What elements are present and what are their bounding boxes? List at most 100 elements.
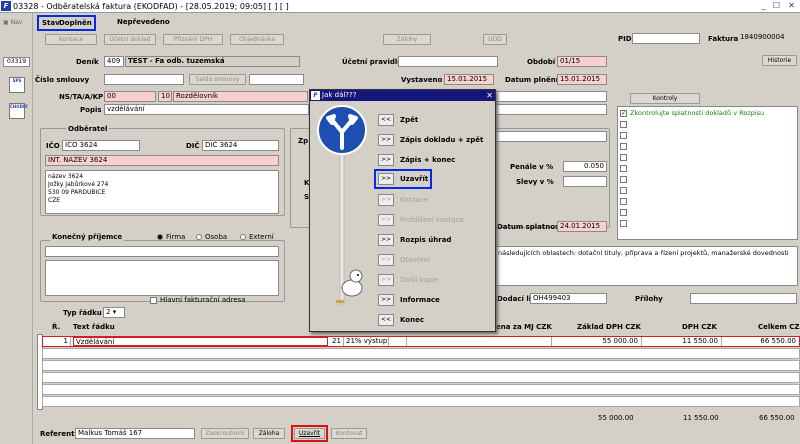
obdobi-input[interactable]: 01/15 bbox=[557, 56, 607, 67]
splatnost-input[interactable]: 24.01.2015 bbox=[557, 221, 607, 232]
ns-code-input[interactable]: 10 bbox=[158, 91, 172, 102]
firma-label: Firma bbox=[166, 233, 186, 241]
prohlizeni-kontace-button[interactable]: >> bbox=[378, 214, 394, 226]
kontroly-checkbox[interactable] bbox=[620, 143, 627, 150]
kontroly-checkbox[interactable] bbox=[620, 220, 627, 227]
close-icon[interactable]: ✕ bbox=[486, 90, 493, 101]
cash-icon[interactable]: ČHODLY bbox=[9, 103, 28, 119]
externi-radio[interactable] bbox=[240, 234, 246, 240]
status-value: Doplněn bbox=[59, 19, 92, 27]
cell-text[interactable]: Vzdělávání bbox=[73, 337, 328, 346]
status-box: Stav Doplněn bbox=[37, 15, 96, 31]
penale-input[interactable]: 0.050 bbox=[563, 161, 607, 172]
popis-extra-input[interactable] bbox=[495, 104, 607, 115]
objednavka-button[interactable]: Objednávka bbox=[230, 34, 284, 45]
ns-input[interactable]: 00 bbox=[104, 91, 156, 102]
sps-icon[interactable]: SPS bbox=[9, 77, 25, 93]
kontroly-checkbox[interactable] bbox=[620, 187, 627, 194]
prijemce-title: Konečný příjemce bbox=[50, 232, 125, 242]
smlouva-extra-input[interactable] bbox=[249, 74, 304, 85]
zapis-zpet-label: Zápis dokladu + zpět bbox=[400, 136, 484, 144]
table-row[interactable] bbox=[42, 360, 800, 371]
uzavrit-dialog-button[interactable]: >> bbox=[378, 173, 394, 185]
prijemce-input[interactable] bbox=[45, 246, 279, 257]
kontroly-checkbox[interactable] bbox=[620, 198, 627, 205]
datum-plneni-input[interactable]: 15.01.2015 bbox=[557, 74, 607, 85]
ico-input[interactable]: IČO 3624 bbox=[62, 140, 140, 151]
osoba-radio[interactable] bbox=[196, 234, 202, 240]
saldo-smlouvy-button[interactable]: Saldo smlouvy bbox=[189, 74, 246, 85]
vystaveno-input[interactable]: 15.01.2015 bbox=[444, 74, 494, 85]
priznani-dph-button[interactable]: Přiznání DPH bbox=[163, 34, 223, 45]
informace-label: Informace bbox=[400, 296, 440, 304]
kontroly-checkbox[interactable] bbox=[620, 132, 627, 139]
note-text[interactable]: následujících oblastech: dotační tituly,… bbox=[495, 246, 798, 286]
close-button[interactable]: ✕ bbox=[786, 1, 797, 11]
table-row[interactable] bbox=[42, 384, 800, 395]
kontroly-checkbox[interactable] bbox=[620, 154, 627, 161]
rozpis-uhrad-button[interactable]: >> bbox=[378, 234, 394, 246]
kontroly-checkbox[interactable] bbox=[620, 209, 627, 216]
cislo-smlouvy-label: Číslo smlouvy bbox=[35, 76, 90, 84]
zpet-button[interactable]: << bbox=[378, 114, 394, 126]
table-row[interactable] bbox=[42, 348, 800, 359]
ucetni-doklad-button[interactable]: Účetní doklad bbox=[104, 34, 156, 45]
hlavni-adresa-checkbox[interactable] bbox=[150, 297, 157, 304]
slevy-input[interactable] bbox=[563, 176, 607, 187]
pid-input[interactable] bbox=[632, 33, 700, 44]
penale-label: Penále v % bbox=[510, 163, 554, 171]
kontovat-button[interactable]: Kontovat bbox=[331, 428, 367, 439]
prilohy-input[interactable] bbox=[690, 293, 797, 304]
ucetni-pravidlo-input[interactable] bbox=[398, 56, 498, 67]
udd-button[interactable]: UDD bbox=[483, 34, 507, 45]
cell-dph-name[interactable]: 21% výstup bbox=[344, 337, 389, 346]
odberatel-address: název 3624 Jožky Jabůrkové 274 530 09 PA… bbox=[45, 170, 279, 214]
minimize-button[interactable]: _ bbox=[758, 1, 769, 11]
kontroly-checkbox[interactable]: ✓ bbox=[620, 110, 627, 117]
address-line: CZE bbox=[48, 197, 61, 204]
app-icon: F bbox=[311, 91, 320, 100]
kontroly-checkbox[interactable] bbox=[620, 165, 627, 172]
cell-dph-code[interactable]: 21 bbox=[330, 337, 344, 346]
popis-input[interactable]: vzdělávání bbox=[104, 104, 309, 115]
zaloha-button[interactable]: Záloha bbox=[253, 428, 285, 439]
platba-input[interactable] bbox=[495, 131, 607, 142]
dalsi-kopie-button[interactable]: >> bbox=[378, 274, 394, 286]
prijemce-address[interactable] bbox=[45, 260, 279, 296]
otevreni-button[interactable]: >> bbox=[378, 254, 394, 266]
konec-button[interactable]: << bbox=[378, 314, 394, 326]
ns-extra-input[interactable] bbox=[495, 91, 607, 102]
cislo-smlouvy-input[interactable] bbox=[104, 74, 184, 85]
table-row[interactable]: 1 Vzdělávání 21 21% výstup 55 000.00 11 … bbox=[42, 336, 800, 347]
zapis-konec-button[interactable]: >> bbox=[378, 154, 394, 166]
maximize-button[interactable]: ☐ bbox=[771, 1, 782, 11]
dialog-titlebar: F Jak dál??? ✕ bbox=[310, 90, 495, 101]
kontroly-checkbox[interactable] bbox=[620, 121, 627, 128]
zaokrouhleni-button[interactable]: Zaokrouhlení bbox=[201, 428, 249, 439]
nav-icon: ▣ bbox=[3, 19, 9, 26]
referent-input[interactable]: Malkus Tomáš 167 bbox=[75, 428, 195, 439]
historie-button[interactable]: Historie bbox=[762, 55, 797, 66]
table-row[interactable] bbox=[42, 396, 800, 407]
cell-cena[interactable] bbox=[407, 337, 552, 346]
document-id-tab[interactable]: 03319 bbox=[3, 57, 30, 67]
chevron-down-icon: ▾ bbox=[112, 308, 117, 316]
informace-button[interactable]: >> bbox=[378, 294, 394, 306]
table-row[interactable] bbox=[42, 372, 800, 383]
zalohy-button[interactable]: Zálohy bbox=[383, 34, 431, 45]
col-zaklad: Základ DPH CZK bbox=[577, 323, 641, 331]
dodaci-list-input[interactable]: OH499403 bbox=[530, 293, 607, 304]
kontace-dialog-button[interactable]: >> bbox=[378, 194, 394, 206]
nav-button[interactable]: ▣ Nav bbox=[3, 19, 22, 26]
rozpis-uhrad-label: Rozpis úhrad bbox=[400, 236, 452, 244]
zapis-zpet-button[interactable]: >> bbox=[378, 134, 394, 146]
cell-empty[interactable] bbox=[389, 337, 407, 346]
denik-code-input[interactable]: 409 bbox=[104, 56, 124, 67]
firma-radio[interactable] bbox=[157, 234, 163, 240]
uzavrit-button[interactable]: Uzavřít bbox=[294, 428, 325, 439]
kontace-button[interactable]: Kontace bbox=[45, 34, 97, 45]
kontroly-button[interactable]: Kontroly bbox=[630, 93, 700, 104]
kontroly-checkbox[interactable] bbox=[620, 176, 627, 183]
typ-radku-select[interactable]: 2 ▾ bbox=[103, 307, 125, 318]
dic-input[interactable]: DIČ 3624 bbox=[202, 140, 279, 151]
